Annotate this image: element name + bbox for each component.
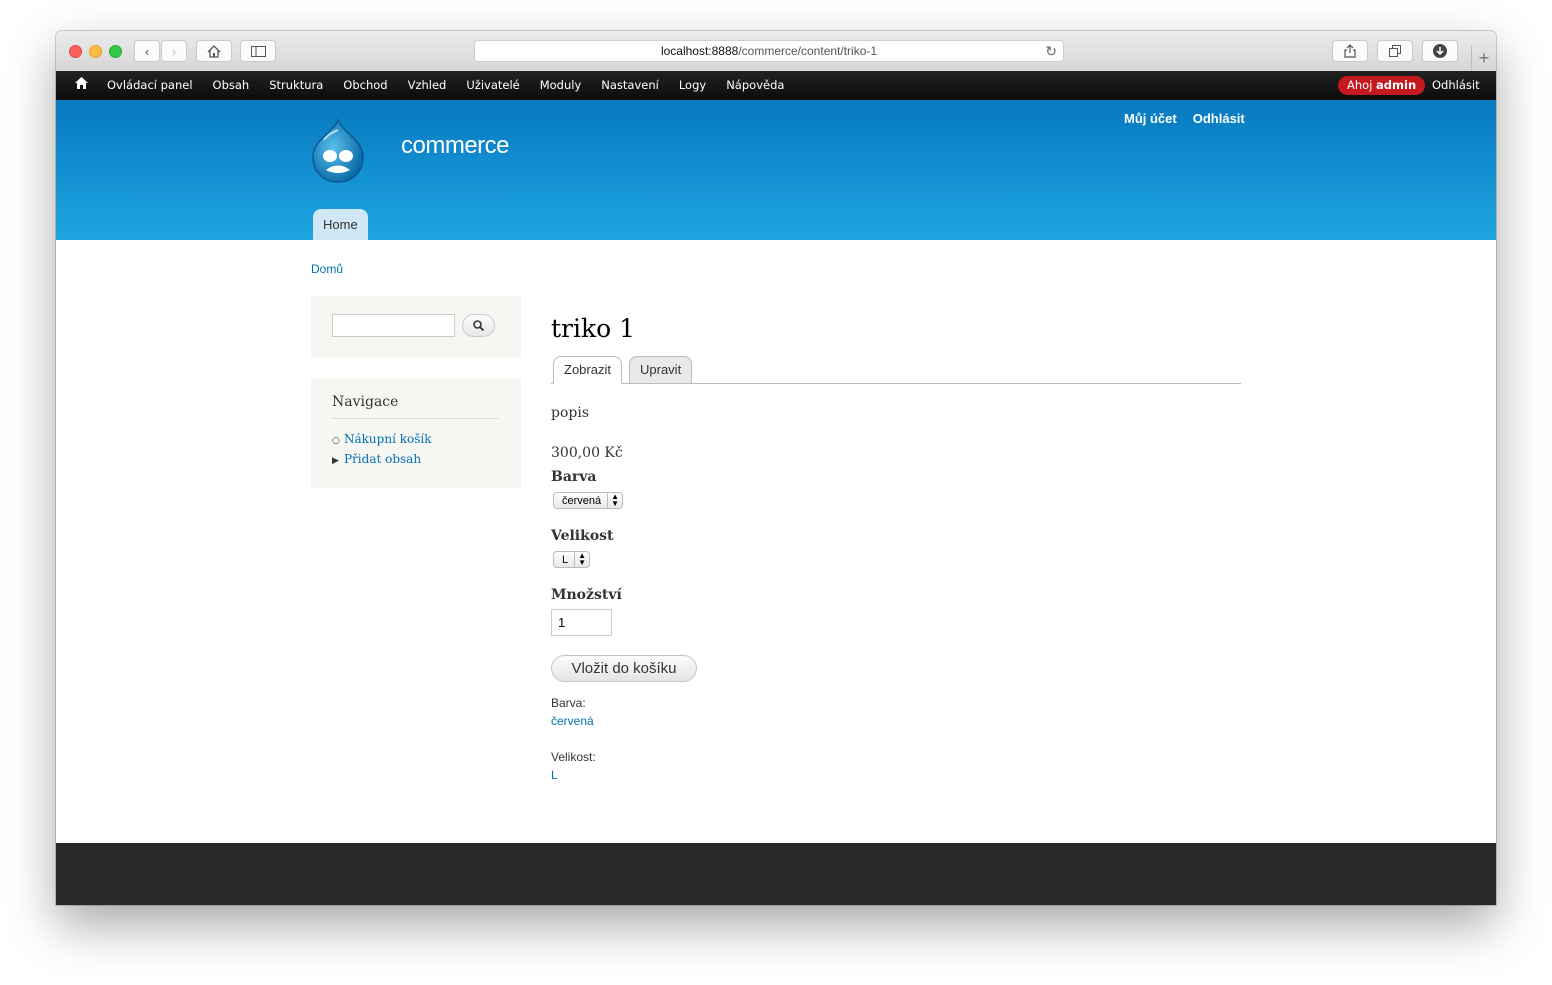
new-tab-button[interactable]: + <box>1471 45 1496 71</box>
nav-item-cart[interactable]: ○ Nákupní košík <box>332 432 431 446</box>
select-arrows-icon: ▲ ▼ <box>574 552 589 567</box>
admin-menu-item[interactable]: Struktura <box>269 71 323 100</box>
page-title: triko 1 <box>551 314 636 343</box>
tab-view[interactable]: Zobrazit <box>553 356 622 384</box>
admin-menu-item[interactable]: Obsah <box>213 71 250 100</box>
user-greeting-badge[interactable]: Ahoj admin <box>1338 76 1426 95</box>
admin-menu-item[interactable]: Logy <box>679 71 706 100</box>
tabs-overview-button[interactable] <box>1377 40 1413 62</box>
nav-item-label: Přidat obsah <box>344 452 422 466</box>
nav-item-add-content[interactable]: ▶ Přidat obsah <box>332 452 421 466</box>
site-footer <box>56 843 1496 905</box>
quantity-label: Množství <box>551 587 622 603</box>
chevron-left-icon: ‹ <box>144 43 150 59</box>
color-select-value: červená <box>562 494 602 507</box>
attribute-size-label: Velikost: <box>551 750 596 764</box>
admin-menu: Ovládací panel Obsah Struktura Obchod Vz… <box>107 71 804 100</box>
admin-menu-item[interactable]: Vzhled <box>408 71 447 100</box>
admin-menu-item[interactable]: Nastavení <box>601 71 659 100</box>
attribute-color-value[interactable]: červená <box>551 714 594 728</box>
breadcrumb[interactable]: Domů <box>311 262 343 276</box>
reload-icon[interactable]: ↻ <box>1045 43 1057 60</box>
toolbar-logout-link[interactable]: Odhlásit <box>1432 71 1480 100</box>
forward-button[interactable]: › <box>161 40 187 62</box>
back-button[interactable]: ‹ <box>134 40 160 62</box>
close-window-button[interactable] <box>69 45 82 58</box>
quantity-input[interactable]: 1 <box>551 609 612 636</box>
admin-menu-item[interactable]: Ovládací panel <box>107 71 193 100</box>
admin-menu-item[interactable]: Moduly <box>540 71 582 100</box>
browser-toolbar: ‹ › localhost:8888/commerce/content/trik… <box>56 31 1496 72</box>
search-input[interactable] <box>332 314 455 337</box>
secondary-menu: Můj účet Odhlásit <box>1124 111 1245 126</box>
navigation-block: Navigace ○ Nákupní košík ▶ Přidat obsah <box>311 378 521 488</box>
share-button[interactable] <box>1332 40 1368 62</box>
nav-item-label: Nákupní košík <box>344 432 432 446</box>
zoom-window-button[interactable] <box>109 45 122 58</box>
product-price: 300,00 Kč <box>551 445 623 461</box>
search-icon <box>473 320 484 331</box>
tab-edit[interactable]: Upravit <box>629 356 693 384</box>
download-icon <box>1433 44 1447 58</box>
attribute-color-label: Barva: <box>551 696 586 710</box>
main-menu-home-tab[interactable]: Home <box>313 209 368 240</box>
add-to-cart-button[interactable]: Vložit do košíku <box>551 655 697 682</box>
share-icon <box>1344 44 1356 58</box>
chevron-right-icon: › <box>171 43 177 59</box>
plus-icon: + <box>1478 47 1490 68</box>
drupal-logo[interactable] <box>308 118 368 186</box>
house-icon <box>207 44 221 58</box>
attribute-size-value[interactable]: L <box>551 768 558 782</box>
address-bar[interactable]: localhost:8888/commerce/content/triko-1 … <box>474 40 1064 62</box>
logout-link[interactable]: Odhlásit <box>1193 111 1245 126</box>
color-label: Barva <box>551 469 597 485</box>
navigation-title: Navigace <box>332 394 499 419</box>
browser-window: ‹ › localhost:8888/commerce/content/trik… <box>56 31 1496 905</box>
search-block <box>311 296 521 358</box>
triangle-bullet-icon: ▶ <box>332 456 339 466</box>
home-icon[interactable] <box>75 77 88 92</box>
sidebar-icon <box>250 45 266 57</box>
admin-toolbar: Ovládací panel Obsah Struktura Obchod Vz… <box>56 71 1496 100</box>
size-select[interactable]: L ▲ ▼ <box>553 551 591 568</box>
home-button[interactable] <box>196 40 232 62</box>
my-account-link[interactable]: Můj účet <box>1124 111 1177 126</box>
site-name[interactable]: commerce <box>401 132 510 160</box>
select-arrows-icon: ▲ ▼ <box>607 493 622 508</box>
color-select[interactable]: červená ▲ ▼ <box>553 492 624 509</box>
product-description: popis <box>551 405 590 421</box>
url-path: /commerce/content/triko-1 <box>738 44 878 58</box>
downloads-button[interactable] <box>1422 40 1458 62</box>
site-header: commerce Můj účet Odhlásit Home <box>56 100 1496 240</box>
sidebar-toggle-button[interactable] <box>240 40 276 62</box>
admin-menu-item[interactable]: Uživatelé <box>466 71 519 100</box>
minimize-window-button[interactable] <box>89 45 102 58</box>
greeting-text: Ahoj <box>1347 78 1373 92</box>
circle-bullet-icon: ○ <box>332 436 340 446</box>
size-label: Velikost <box>551 528 614 544</box>
size-select-value: L <box>562 553 569 566</box>
username: admin <box>1376 78 1417 92</box>
admin-menu-item[interactable]: Nápověda <box>726 71 784 100</box>
tabs-icon <box>1389 45 1401 57</box>
search-button[interactable] <box>462 314 495 337</box>
url-host: localhost:8888 <box>660 44 739 58</box>
admin-menu-item[interactable]: Obchod <box>343 71 387 100</box>
